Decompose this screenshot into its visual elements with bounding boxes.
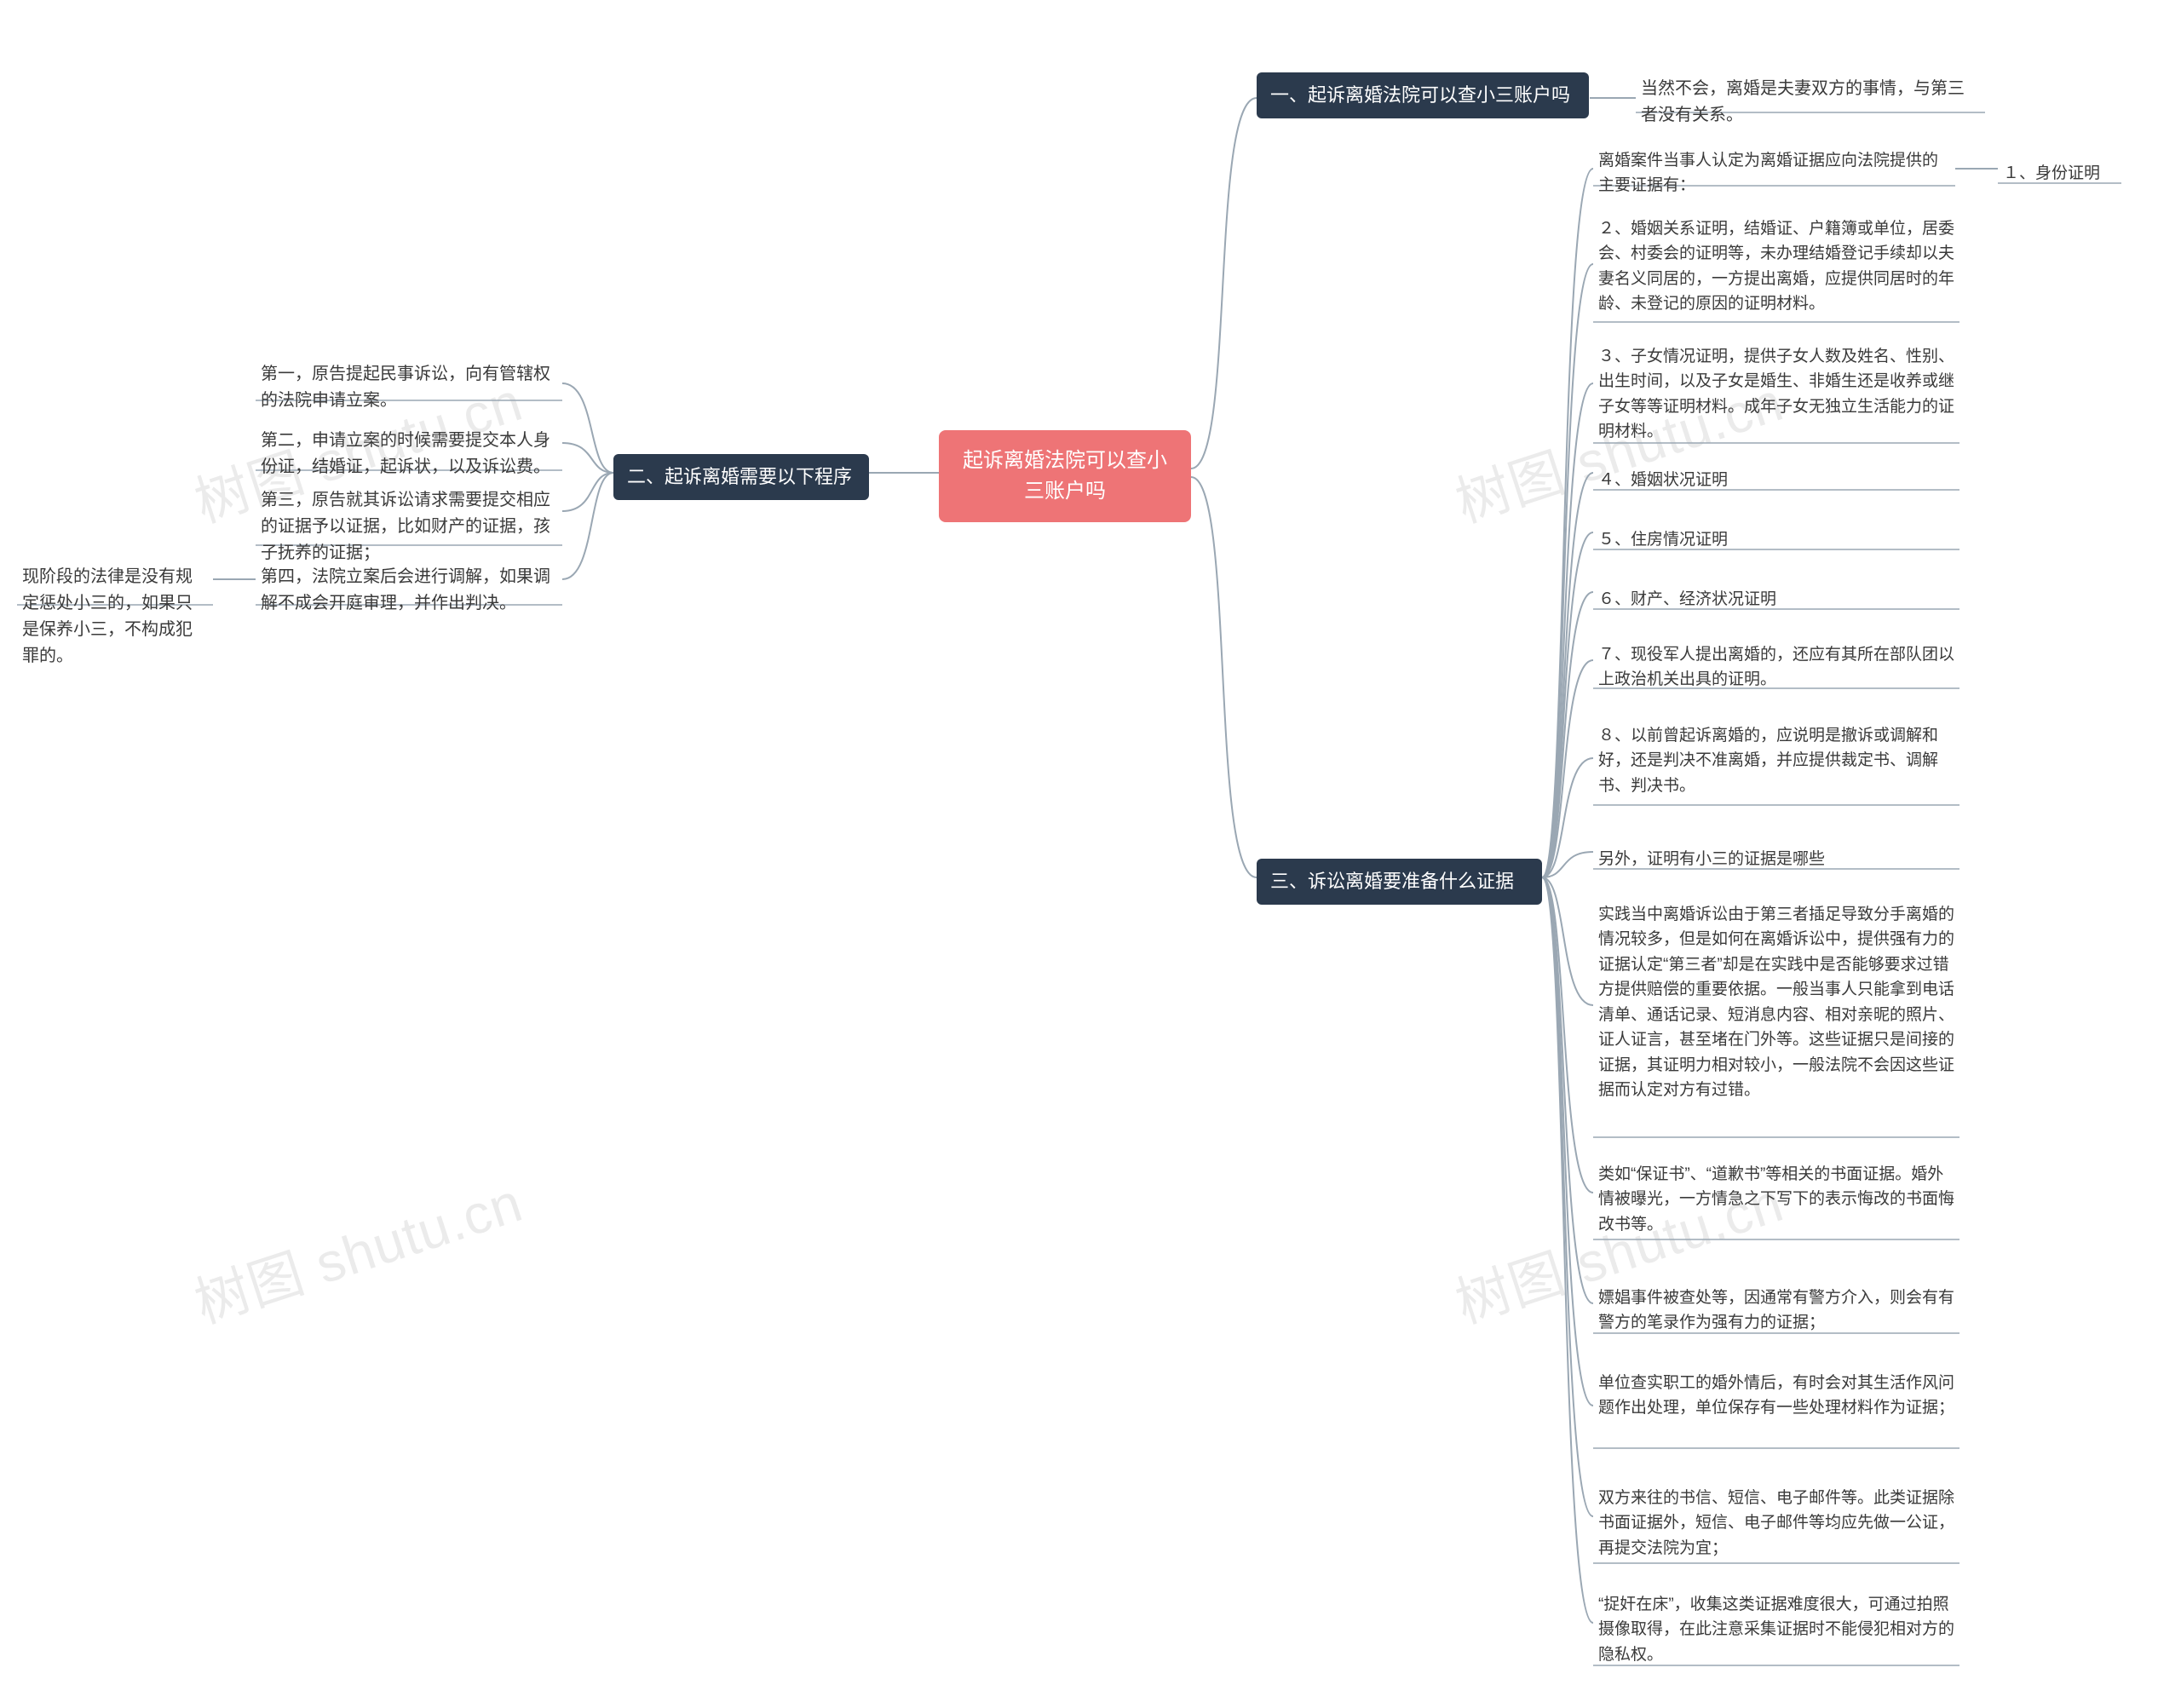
branch-3-leaf-4: ５、住房情况证明 (1593, 524, 1959, 555)
branch-2[interactable]: 二、起诉离婚需要以下程序 (613, 454, 869, 500)
branch-3-leaf-12: 单位查实职工的婚外情后，有时会对其生活作风问题作出处理，单位保存有一些处理材料作… (1593, 1367, 1959, 1424)
branch-2-leaf-2: 第二，申请立案的时候需要提交本人身份证，结婚证，起诉状，以及诉讼费。 (256, 424, 562, 484)
branch-3-leaf-8: 另外，证明有小三的证据是哪些 (1593, 843, 1959, 875)
branch-3-leaf-0: 离婚案件当事人认定为离婚证据应向法院提供的主要证据有： (1593, 145, 1955, 202)
branch-3-leaf-0-side: １、身份证明 (1998, 158, 2143, 189)
branch-2-leaf-4: 第四，法院立案后会进行调解，如果调解不成会开庭审理，并作出判决。 (256, 561, 562, 620)
branch-3-leaf-13: 双方来往的书信、短信、电子邮件等。此类证据除书面证据外，短信、电子邮件等均应先做… (1593, 1482, 1959, 1564)
branch-2-leaf-3: 第三，原告就其诉讼请求需要提交相应的证据予以证据，比如财产的证据，孩子抚养的证据… (256, 484, 562, 570)
branch-3[interactable]: 三、诉讼离婚要准备什么证据 (1257, 859, 1542, 905)
branch-3-leaf-10: 类如“保证书”、“道歉书”等相关的书面证据。婚外情被曝光，一方情急之下写下的表示… (1593, 1159, 1959, 1240)
branch-3-leaf-14: “捉奸在床”，收集这类证据难度很大，可通过拍照摄像取得，在此注意采集证据时不能侵… (1593, 1589, 1959, 1671)
branch-3-leaf-6: ７、现役军人提出离婚的，还应有其所在部队团以上政治机关出具的证明。 (1593, 639, 1959, 696)
branch-2-subleaf: 现阶段的法律是没有规定惩处小三的，如果只是保养小三，不构成犯罪的。 (17, 561, 213, 673)
branch-3-leaf-1: ２、婚姻关系证明，结婚证、户籍簿或单位，居委会、村委会的证明等，未办理结婚登记手… (1593, 213, 1959, 320)
branch-2-leaf-1: 第一，原告提起民事诉讼，向有管辖权的法院申请立案。 (256, 358, 562, 417)
branch-3-leaf-7: ８、以前曾起诉离婚的，应说明是撤诉或调解和好，还是判决不准离婚，并应提供裁定书、… (1593, 720, 1959, 802)
watermark: 树图 shutu.cn (184, 1159, 532, 1339)
branch-3-leaf-5: ６、财产、经济状况证明 (1593, 584, 1959, 615)
branch-3-leaf-3: ４、婚姻状况证明 (1593, 464, 1959, 496)
center-node[interactable]: 起诉离婚法院可以查小三账户吗 (939, 430, 1191, 522)
branch-3-leaf-11: 嫖娼事件被查处等，因通常有警方介入，则会有有警方的笔录作为强有力的证据； (1593, 1282, 1959, 1339)
branch-3-leaf-9: 实践当中离婚诉讼由于第三者插足导致分手离婚的情况较多，但是如何在离婚诉讼中，提供… (1593, 899, 1959, 1107)
branch-1-leaf: 当然不会，离婚是夫妻双方的事情，与第三者没有关系。 (1636, 72, 1985, 132)
branch-3-leaf-2: ３、子女情况证明，提供子女人数及姓名、性别、出生时间，以及子女是婚生、非婚生还是… (1593, 341, 1959, 448)
branch-1[interactable]: 一、起诉离婚法院可以查小三账户吗 (1257, 72, 1589, 118)
